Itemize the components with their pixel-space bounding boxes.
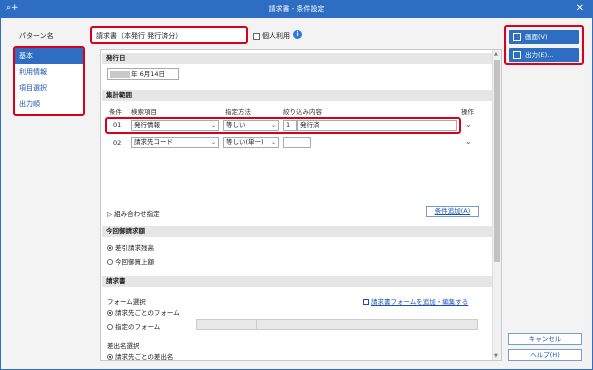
radio-icon[interactable] xyxy=(107,324,113,330)
section-aggregation: 集計範囲 xyxy=(102,90,493,101)
settings-panel: 発行日 年 6月14日 集計範囲 条件 検索項目 指定方法 絞り込み内容 操作 … xyxy=(100,49,502,361)
pattern-name-input[interactable]: 請求書（本発行 発行済分） xyxy=(96,31,242,41)
content-input[interactable] xyxy=(283,137,311,148)
cancel-button[interactable]: キャンセル xyxy=(508,333,582,345)
sender-select-label: 差出名選択 xyxy=(107,342,140,350)
screen-button[interactable]: 画面(V) xyxy=(509,30,579,44)
redacted-year xyxy=(110,70,130,78)
content-code-input[interactable]: 1 xyxy=(283,120,297,131)
sidebar-item-usage-info[interactable]: 利用情報 xyxy=(15,64,83,80)
pattern-name-highlight: 請求書（本発行 発行済分） xyxy=(90,26,248,44)
chevron-down-icon: ⌄ xyxy=(210,139,216,146)
method-select[interactable]: 等しい ⌄ xyxy=(223,120,279,131)
sidebar: 基本 利用情報 項目選択 出力順 xyxy=(13,46,85,116)
header-search-item: 検索項目 xyxy=(131,108,157,116)
scroll-down-icon[interactable]: ▼ xyxy=(494,353,498,359)
chevron-down-icon: ⌄ xyxy=(270,139,276,146)
sidebar-item-output-order[interactable]: 出力順 xyxy=(15,96,83,112)
header-condition: 条件 xyxy=(109,108,122,116)
export-icon xyxy=(513,51,521,59)
checkbox-icon[interactable] xyxy=(253,32,260,40)
screen-button-label: 画面(V) xyxy=(525,33,548,41)
edit-icon xyxy=(363,299,369,305)
search-item-value: 発行情報 xyxy=(134,121,160,129)
form-option-label: 指定のフォーム xyxy=(115,323,161,331)
vertical-scrollbar[interactable]: ▲ ▼ xyxy=(492,50,501,360)
close-icon[interactable]: ✕ xyxy=(576,3,584,14)
radio-icon[interactable] xyxy=(107,259,113,265)
billing-option-balance[interactable]: 差引請求残高 xyxy=(107,242,154,252)
combination-toggle[interactable]: ▷ 組み合わせ指定 xyxy=(107,208,160,218)
help-button[interactable]: ヘルプ(H) xyxy=(508,349,582,361)
method-select[interactable]: 等しい(単一) ⌄ xyxy=(223,137,279,148)
radio-icon[interactable] xyxy=(107,245,113,251)
screen-icon xyxy=(513,33,521,41)
field-divider xyxy=(256,320,257,329)
form-select-label: フォーム選択 xyxy=(107,298,146,306)
method-value: 等しい(単一) xyxy=(226,138,264,146)
section-billing-amount: 今回御請求額 xyxy=(102,226,493,237)
personal-use-label: 個人利用 xyxy=(262,32,290,40)
edit-form-link-text: 請求書フォームを追加・編集する xyxy=(371,298,469,306)
edit-form-link[interactable]: 請求書フォームを追加・編集する xyxy=(363,296,468,306)
billing-option-label: 差引請求残高 xyxy=(115,244,154,252)
search-item-select[interactable]: 発行情報 ⌄ xyxy=(131,120,219,131)
window-title: 請求書 - 条件設定 xyxy=(268,5,325,13)
section-issue-date: 発行日 xyxy=(102,53,493,64)
output-button[interactable]: 出力(E)... xyxy=(509,48,579,62)
row-menu-chevron-icon[interactable]: ⌄ xyxy=(465,120,472,129)
search-item-value: 請求先コード xyxy=(134,138,173,146)
info-icon[interactable]: i xyxy=(293,30,302,39)
combination-label: 組み合わせ指定 xyxy=(114,210,160,218)
issue-date-value: 年 6月14日 xyxy=(131,70,165,78)
row-number: 01 xyxy=(113,121,122,129)
scroll-thumb[interactable] xyxy=(494,60,500,262)
sidebar-item-basic[interactable]: 基本 xyxy=(15,48,83,64)
form-option-per-client[interactable]: 請求先ごとのフォーム xyxy=(107,307,180,317)
radio-icon[interactable] xyxy=(107,310,113,316)
billing-option-purchase[interactable]: 今回御買上額 xyxy=(107,256,154,266)
method-value: 等しい xyxy=(226,121,246,129)
action-buttons-highlight: 画面(V) 出力(E)... xyxy=(504,25,584,65)
header-content: 絞り込み内容 xyxy=(283,108,322,116)
specified-form-field[interactable] xyxy=(196,319,478,330)
title-bar: ⌕+ 請求書 - 条件設定 ✕ xyxy=(1,1,592,18)
search-item-select[interactable]: 請求先コード ⌄ xyxy=(131,137,219,148)
chevron-down-icon: ⌄ xyxy=(210,122,216,129)
output-button-label: 出力(E)... xyxy=(525,51,554,59)
personal-use-checkbox[interactable]: 個人利用 xyxy=(253,31,290,41)
section-invoice: 請求書 xyxy=(102,276,493,287)
add-condition-button[interactable]: 条件追加(A) xyxy=(426,206,479,217)
chevron-down-icon: ⌄ xyxy=(270,122,276,129)
pattern-name-label: パターン名 xyxy=(19,32,54,40)
sender-option-per-client[interactable]: 請求先ごとの差出名 xyxy=(107,351,174,361)
form-option-specified[interactable]: 指定のフォーム xyxy=(107,321,160,331)
dialog-window: ⌕+ 請求書 - 条件設定 ✕ パターン名 請求書（本発行 発行済分） 個人利用… xyxy=(0,0,593,370)
content-text-input[interactable]: 発行済 xyxy=(297,120,457,131)
row-number: 02 xyxy=(113,139,122,147)
header-operation: 操作 xyxy=(461,108,474,116)
form-option-label: 請求先ごとのフォーム xyxy=(115,309,180,317)
row-menu-chevron-icon[interactable]: ⌄ xyxy=(465,137,472,146)
billing-option-label: 今回御買上額 xyxy=(115,258,154,266)
sidebar-item-field-select[interactable]: 項目選択 xyxy=(15,80,83,96)
scroll-up-icon[interactable]: ▲ xyxy=(494,51,498,57)
issue-date-field[interactable]: 年 6月14日 xyxy=(107,68,179,80)
radio-icon[interactable] xyxy=(107,354,113,360)
sender-option-label: 請求先ごとの差出名 xyxy=(115,353,174,361)
header-method: 指定方法 xyxy=(225,108,251,116)
